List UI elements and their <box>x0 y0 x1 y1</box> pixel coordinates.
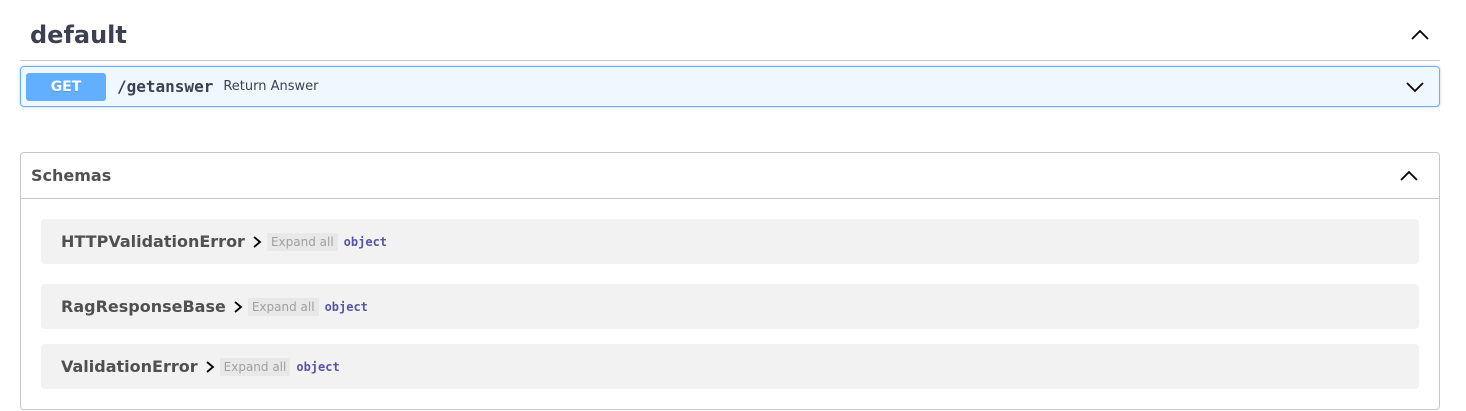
schema-item-ragresponsebase[interactable]: RagResponseBase Expand all object <box>41 284 1419 329</box>
chevron-right-icon[interactable] <box>232 299 244 315</box>
schema-item-validationerror[interactable]: ValidationError Expand all object <box>41 344 1419 389</box>
chevron-up-icon <box>1400 170 1418 181</box>
schemas-header[interactable]: Schemas <box>21 153 1439 199</box>
schema-name[interactable]: RagResponseBase <box>61 297 226 316</box>
operation-path: /getanswer <box>117 77 214 96</box>
schema-type: object <box>296 359 340 374</box>
schema-item-httpvalidationerror[interactable]: HTTPValidationError Expand all object <box>41 219 1419 264</box>
chevron-up-icon <box>1411 29 1429 40</box>
expand-all-button[interactable]: Expand all <box>247 297 319 316</box>
schemas-title: Schemas <box>31 166 112 185</box>
operation-get-getanswer[interactable]: GET /getanswer Return Answer <box>20 66 1440 107</box>
tag-title: default <box>30 21 127 49</box>
schema-name[interactable]: HTTPValidationError <box>61 232 245 251</box>
chevron-right-icon[interactable] <box>204 359 216 375</box>
schema-type: object <box>343 234 388 249</box>
chevron-right-icon[interactable] <box>251 234 263 250</box>
tag-section-header[interactable]: default <box>20 10 1440 61</box>
operation-expand-button[interactable] <box>1400 72 1430 102</box>
method-badge: GET <box>26 72 106 101</box>
chevron-down-icon <box>1406 81 1424 92</box>
expand-all-button[interactable]: Expand all <box>266 232 338 251</box>
tag-collapse-button[interactable] <box>1400 15 1440 55</box>
schema-name[interactable]: ValidationError <box>61 357 198 376</box>
schemas-section: Schemas HTTPValidationError Expand all o… <box>20 152 1440 410</box>
schema-type: object <box>324 299 368 314</box>
operation-summary: Return Answer <box>223 79 319 94</box>
schemas-collapse-button[interactable] <box>1389 156 1429 196</box>
expand-all-button[interactable]: Expand all <box>219 357 291 376</box>
